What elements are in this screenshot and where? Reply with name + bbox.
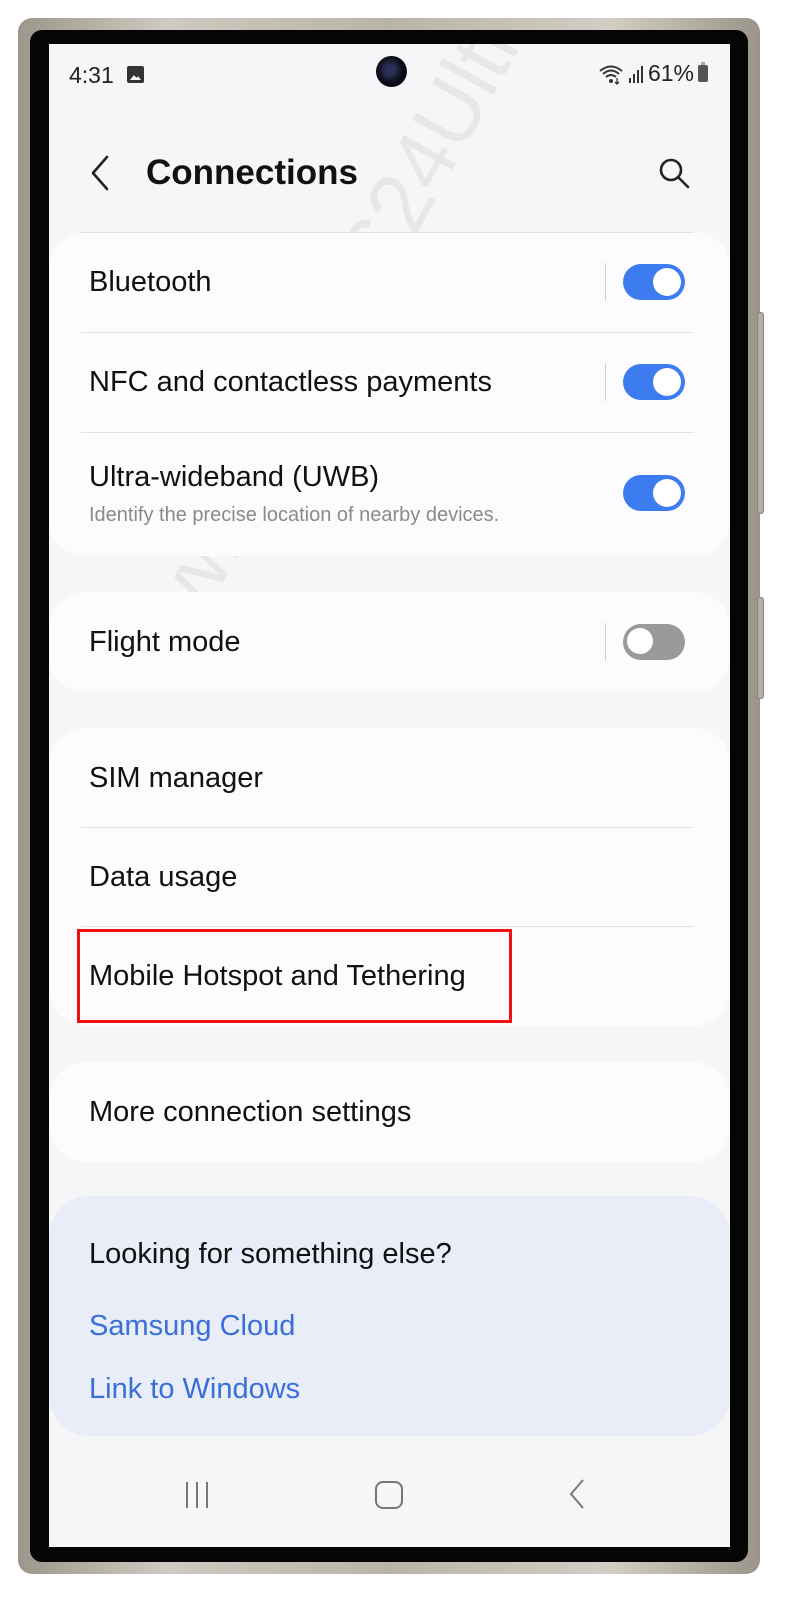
home-icon[interactable] [372, 1474, 406, 1514]
list-item-data-usage[interactable]: Data usage [89, 827, 690, 926]
phone-screen: www.GalaxyS24UltraGuide.com 4:31 61% [49, 44, 730, 1547]
item-label: SIM manager [89, 762, 264, 794]
power-button [757, 597, 764, 699]
separator [605, 363, 606, 401]
page-title: Connections [146, 153, 358, 192]
list-item-more-connection-settings[interactable]: More connection settings [89, 1062, 690, 1162]
list-item-uwb[interactable]: Ultra-wideband (UWB) Identify the precis… [89, 432, 690, 556]
item-label: NFC and contactless payments [89, 366, 492, 398]
list-item-bluetooth[interactable]: Bluetooth [89, 232, 690, 332]
card-wireless: Bluetooth NFC and contactless payments U… [49, 232, 730, 556]
wifi-icon [599, 65, 623, 85]
bluetooth-toggle[interactable] [623, 264, 685, 300]
back-nav-icon[interactable] [565, 1474, 591, 1514]
item-label: More connection settings [89, 1096, 412, 1128]
suggestions-title: Looking for something else? [89, 1238, 452, 1270]
item-label: Bluetooth [89, 266, 212, 298]
list-item-nfc[interactable]: NFC and contactless payments [89, 332, 690, 432]
card-more: More connection settings [49, 1062, 730, 1162]
item-label: Flight mode [89, 626, 241, 658]
item-label: Ultra-wideband (UWB) [89, 461, 380, 493]
status-time: 4:31 [69, 62, 114, 88]
separator [605, 623, 606, 661]
link-samsung-cloud[interactable]: Samsung Cloud [89, 1310, 295, 1343]
list-item-sim-manager[interactable]: SIM manager [89, 728, 690, 827]
battery-percent: 61% [647, 60, 694, 86]
item-subtitle: Identify the precise location of nearby … [89, 504, 500, 526]
status-right: 61% [598, 60, 708, 87]
highlight-box [77, 929, 512, 1023]
list-item-flight-mode[interactable]: Flight mode [89, 592, 690, 692]
front-camera [376, 56, 407, 87]
chevron-left-icon[interactable] [85, 153, 115, 193]
navigation-bar [49, 1444, 730, 1547]
recent-apps-icon[interactable] [183, 1474, 213, 1514]
separator [605, 263, 606, 301]
battery-charging-icon [698, 62, 708, 82]
item-label: Data usage [89, 861, 238, 893]
gallery-image-icon [127, 66, 144, 83]
volume-button [757, 312, 764, 514]
link-link-to-windows[interactable]: Link to Windows [89, 1373, 300, 1406]
search-icon[interactable] [656, 155, 692, 191]
card-flight-mode: Flight mode [49, 592, 730, 692]
flight-mode-toggle[interactable] [623, 624, 685, 660]
status-bar: 4:31 61% [49, 44, 730, 104]
app-bar: Connections [49, 139, 730, 219]
suggestions-card: Looking for something else? Samsung Clou… [49, 1196, 730, 1436]
nfc-toggle[interactable] [623, 364, 685, 400]
signal-icon [628, 65, 643, 83]
uwb-toggle[interactable] [623, 475, 685, 511]
